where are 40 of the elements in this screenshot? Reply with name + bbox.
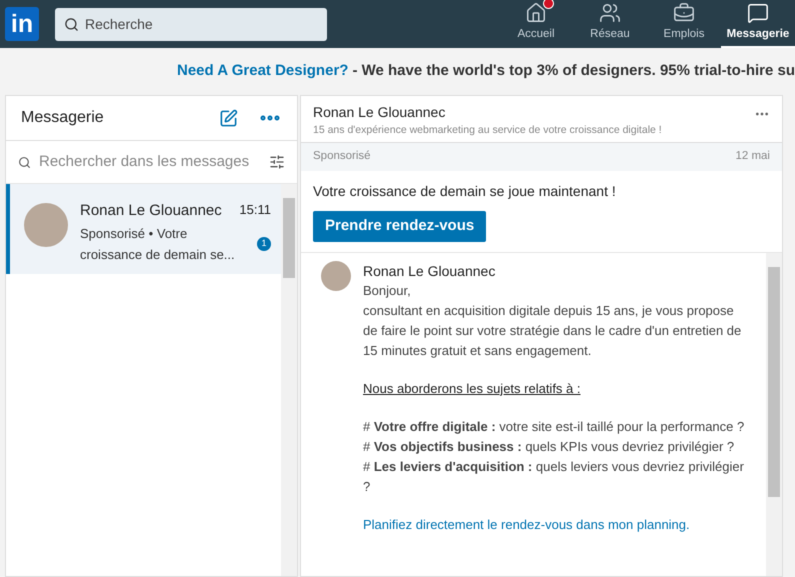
nav-tab[interactable]: Emplois: [647, 0, 721, 48]
message-preview: Sponsorisé • Votre croissance de demain se...: [80, 224, 236, 264]
scrollbar[interactable]: [766, 252, 782, 576]
search-icon: [18, 156, 31, 168]
appointment-button[interactable]: Prendre rendez-vous: [313, 210, 486, 242]
message-paragraph: # Vos objectifs business : quels KPIs vous devriez privilégier ?: [363, 438, 736, 456]
sponsored-label: Sponsorisé: [313, 149, 371, 164]
planning-link[interactable]: Planifiez directement le rendez-vous dans mon planning.: [363, 514, 746, 535]
nav-tab[interactable]: Messagerie: [721, 0, 795, 48]
message-paragraph: # Votre offre digitale : votre site est-il taillé pour la performance ?: [363, 418, 746, 436]
banner-link[interactable]: Need A Great Designer?: [177, 60, 348, 83]
sidebar-title: Messagerie: [21, 108, 104, 128]
nav-tab[interactable]: Accueil: [499, 0, 573, 48]
conversation-item[interactable]: Ronan Le Glouannec 15:11 Sponsorisé • Votre croissance de demain se... 1: [6, 184, 281, 274]
message-paragraph: # Les leviers d'acquisition : quels leviers vous devriez privilégier ?: [363, 458, 745, 496]
logo[interactable]: in: [5, 7, 39, 41]
search-icon: [64, 16, 79, 32]
avatar: [24, 203, 68, 247]
unread-badge: 1: [257, 236, 271, 250]
contact-headline: 15 ans d'expérience webmarketing au service de votre croissance digitale !: [313, 123, 663, 138]
search-field[interactable]: Recherche: [55, 8, 327, 40]
nav-tab[interactable]: Réseau: [573, 0, 647, 48]
section-heading: Nous aborderons les sujets relatifs à :: [363, 380, 582, 398]
chat-icon: [747, 2, 769, 24]
sender-name: Ronan Le Glouannec: [363, 262, 496, 281]
filter-icon[interactable]: [269, 154, 285, 170]
compose-icon[interactable]: [219, 108, 238, 128]
message-subject: Votre croissance de demain se joue maintenant !: [313, 182, 617, 201]
avatar: [321, 260, 351, 291]
message-date: 12 mai: [735, 149, 770, 164]
contact-name: Ronan Le Glouannec: [313, 103, 446, 122]
message-paragraph: Bonjour,: [363, 282, 412, 300]
message-search-field[interactable]: Rechercher dans les messages: [39, 150, 261, 174]
message-time: 15:11: [239, 201, 271, 219]
contact-name: Ronan Le Glouannec: [80, 201, 222, 221]
people-icon: [599, 2, 621, 24]
message-paragraph: consultant en acquisition digitale depuis 15 ans, je vous propose de faire le point sur votre stratégie dans le cadre d'un entretien de 15 minutes gratuit et sans engagement.: [363, 302, 742, 360]
home-icon: [525, 2, 547, 24]
banner-text: - We have the world's top 3% of designers. 95% trial-to-hire su: [352, 61, 795, 82]
scrollbar[interactable]: [281, 184, 297, 576]
